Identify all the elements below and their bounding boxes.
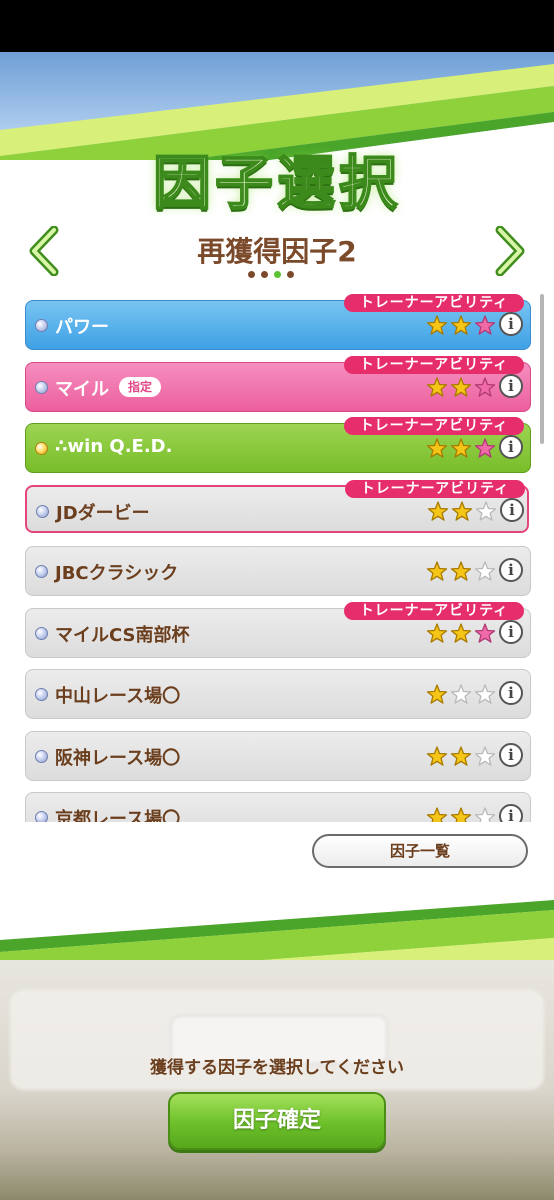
star-empty-icon (450, 684, 472, 704)
star-filled-icon (426, 561, 448, 581)
factor-name: 阪神レース場〇 (55, 747, 181, 769)
star-filled-icon (474, 438, 496, 458)
star-empty-icon (474, 745, 496, 766)
instruction-text: 獲得する因子を選択してください (150, 1058, 404, 1078)
star-filled-icon (450, 561, 472, 581)
factor-category-title: 再獲得因子2 (197, 235, 357, 268)
factor-row[interactable]: マイル 指定 i トレーナーアビリティ (25, 355, 531, 412)
info-icon[interactable]: i (499, 681, 523, 705)
factor-bullet-icon (35, 811, 48, 822)
trainer-ability-tag: トレーナーアビリティ (345, 479, 525, 498)
factor-name: JDダービー (56, 502, 150, 524)
star-filled-icon (450, 807, 472, 822)
star-filled-icon (450, 438, 472, 458)
info-icon[interactable]: i (499, 435, 523, 459)
factor-row[interactable]: 中山レース場〇 i (25, 669, 531, 719)
star-filled-icon (474, 315, 496, 335)
star-filled-icon (450, 622, 472, 643)
star-filled-icon (426, 622, 448, 643)
page-indicator (248, 271, 308, 279)
star-rating (426, 315, 496, 335)
factor-row[interactable]: 阪神レース場〇 i (25, 730, 531, 781)
factor-row[interactable]: 京都レース場〇 i (25, 792, 531, 822)
factor-name: 京都レース場〇 (55, 809, 181, 822)
trainer-ability-tag: トレーナーアビリティ (344, 417, 524, 435)
confirm-factor-button[interactable]: 因子確定 (168, 1092, 386, 1150)
status-bar (0, 0, 554, 52)
factor-bullet-icon (35, 442, 48, 455)
star-filled-icon (450, 745, 472, 766)
factor-bullet-icon (35, 319, 48, 332)
factor-name: 中山レース場〇 (55, 686, 181, 707)
page-dot (287, 271, 294, 278)
factor-row[interactable]: JDダービー i トレーナーアビリティ (25, 479, 529, 533)
factor-select-screen: 因子選択 再獲得因子2 パワー i トレーナーアビリティ マイル 指定 i トレーナーアビリ… (0, 0, 554, 1200)
info-icon[interactable]: i (499, 619, 523, 644)
star-rating (426, 807, 496, 822)
star-filled-icon (450, 315, 472, 335)
star-rating (426, 684, 496, 704)
star-filled-icon (426, 807, 448, 822)
trainer-ability-tag: トレーナーアビリティ (344, 294, 524, 312)
star-filled-icon (426, 376, 448, 397)
info-icon[interactable]: i (499, 558, 523, 582)
star-empty-icon (475, 500, 497, 521)
star-filled-icon (450, 376, 472, 397)
page-dot (274, 271, 281, 278)
star-empty-icon (474, 684, 496, 704)
factor-row[interactable]: パワー i トレーナーアビリティ (25, 294, 531, 350)
factor-name: マイルCS南部杯 (55, 624, 190, 646)
factor-name: パワー (55, 317, 109, 338)
factor-list-button[interactable]: 因子一覧 (312, 834, 528, 868)
info-icon[interactable]: i (499, 742, 523, 767)
star-empty-icon (474, 561, 496, 581)
designated-badge: 指定 (119, 376, 162, 397)
factor-name: JBCクラシック (55, 563, 179, 584)
star-filled-icon (426, 315, 448, 335)
star-rating (426, 745, 496, 766)
factor-bullet-icon (35, 380, 48, 394)
factor-row[interactable]: ∴win Q.E.D. i トレーナーアビリティ (25, 417, 531, 473)
star-empty-icon (474, 807, 496, 822)
info-icon[interactable]: i (499, 804, 523, 822)
trainer-ability-tag: トレーナーアビリティ (344, 355, 524, 374)
star-filled-icon (426, 745, 448, 766)
star-filled-icon (474, 376, 496, 397)
page-dot (261, 271, 268, 278)
star-filled-icon (427, 500, 449, 521)
factor-list[interactable]: パワー i トレーナーアビリティ マイル 指定 i トレーナーアビリティ ∴win Q.E.D… (0, 292, 554, 822)
factor-bullet-icon (35, 749, 48, 763)
star-rating (427, 500, 497, 521)
info-icon[interactable]: i (499, 373, 523, 398)
star-filled-icon (426, 438, 448, 458)
info-icon[interactable]: i (499, 312, 523, 336)
star-filled-icon (451, 500, 473, 521)
factor-bullet-icon (35, 688, 48, 701)
factor-name: ∴win Q.E.D. (55, 436, 173, 457)
factor-bullet-icon (35, 565, 48, 578)
factor-bullet-icon (36, 504, 49, 518)
info-icon[interactable]: i (500, 497, 524, 522)
page-title: 因子選択 (152, 148, 401, 218)
scrollbar[interactable] (540, 294, 544, 444)
trainer-ability-tag: トレーナーアビリティ (344, 601, 524, 620)
factor-row[interactable]: マイルCS南部杯 i トレーナーアビリティ (25, 601, 531, 658)
star-rating (426, 561, 496, 581)
factor-name: マイル (55, 378, 109, 400)
star-rating (426, 438, 496, 458)
star-filled-icon (426, 684, 448, 704)
star-rating (426, 622, 496, 643)
factor-bullet-icon (35, 626, 48, 640)
page-dot (248, 271, 255, 278)
factor-row[interactable]: JBCクラシック i (25, 546, 531, 596)
star-rating (426, 376, 496, 397)
star-filled-icon (474, 622, 496, 643)
